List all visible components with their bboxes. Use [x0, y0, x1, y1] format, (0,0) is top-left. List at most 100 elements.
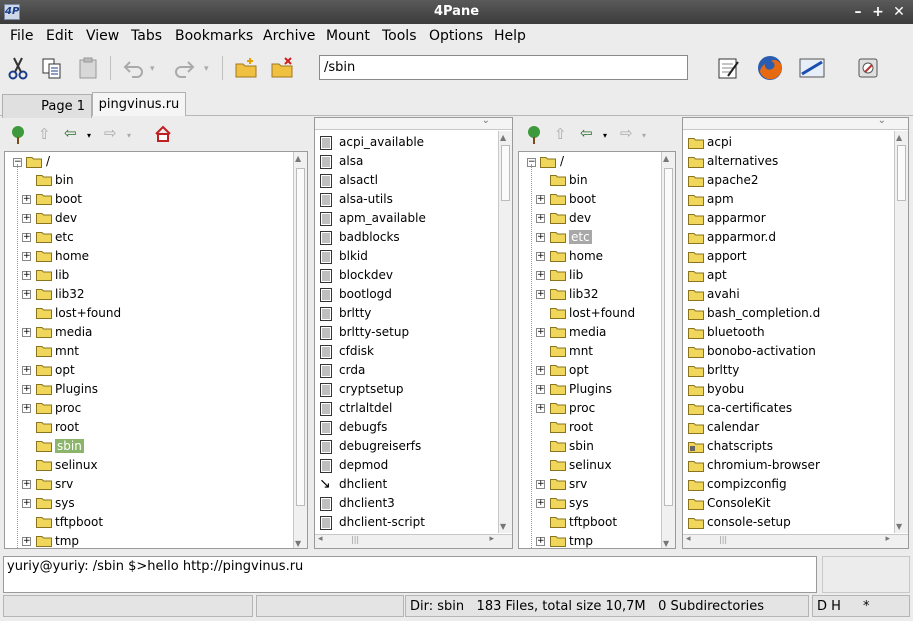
file-item[interactable]: apache2: [707, 171, 759, 190]
tree-expand-icon[interactable]: +: [536, 537, 545, 546]
tree-item[interactable]: root: [55, 418, 79, 437]
tree-item[interactable]: etc: [569, 228, 592, 247]
tree-expand-icon[interactable]: +: [536, 328, 545, 337]
scroll-up-icon[interactable]: ▲: [295, 154, 301, 163]
back-dropdown-icon[interactable]: ▾: [87, 131, 91, 140]
file-item[interactable]: ctrlaltdel: [339, 399, 392, 418]
terminal-app-icon[interactable]: [798, 56, 826, 80]
scroll-thumb[interactable]: [296, 168, 305, 506]
tree-item[interactable]: home: [569, 247, 603, 266]
tree-root[interactable]: /: [560, 152, 564, 171]
tree-item[interactable]: proc: [569, 399, 595, 418]
file-item[interactable]: apm_available: [339, 209, 426, 228]
tree-item[interactable]: boot: [569, 190, 596, 209]
menu-bookmarks[interactable]: Bookmarks: [175, 28, 253, 44]
tree-expand-icon[interactable]: +: [22, 480, 31, 489]
file-item[interactable]: bluetooth: [707, 323, 765, 342]
file-item[interactable]: debugreiserfs: [339, 437, 421, 456]
tree-expand-icon[interactable]: +: [22, 290, 31, 299]
tree-item[interactable]: tmp: [55, 532, 79, 548]
tree-view-icon[interactable]: [524, 125, 544, 145]
delete-folder-icon[interactable]: [270, 56, 294, 80]
vertical-scrollbar[interactable]: ▲ ▼: [661, 152, 675, 548]
horizontal-scrollbar[interactable]: ◂ ||| ▸: [683, 534, 908, 548]
tree-item[interactable]: media: [55, 323, 92, 342]
sort-chevron-icon[interactable]: ⌄: [482, 118, 490, 126]
tree-expand-icon[interactable]: +: [536, 195, 545, 204]
menu-mount[interactable]: Mount: [326, 28, 370, 44]
tree-root[interactable]: /: [46, 152, 50, 171]
tree-item[interactable]: lost+found: [55, 304, 121, 323]
file-item[interactable]: alsa: [339, 152, 363, 171]
tree-item[interactable]: sys: [569, 494, 589, 513]
tree-expand-icon[interactable]: +: [536, 233, 545, 242]
undo-icon[interactable]: [122, 56, 146, 80]
file-item[interactable]: brltty: [339, 304, 371, 323]
scroll-down-icon[interactable]: ▼: [500, 522, 506, 531]
tree-expand-icon[interactable]: +: [536, 290, 545, 299]
menu-archive[interactable]: Archive: [263, 28, 315, 44]
tree-item[interactable]: sbin: [55, 437, 84, 456]
tree-item[interactable]: lib: [55, 266, 69, 285]
file-item[interactable]: compizconfig: [707, 475, 787, 494]
tree-item[interactable]: bin: [55, 171, 74, 190]
cut-icon[interactable]: [6, 56, 30, 80]
back-icon[interactable]: ⇦: [64, 124, 77, 142]
file-item[interactable]: alsactl: [339, 171, 378, 190]
copy-icon[interactable]: [40, 56, 64, 80]
tree-expand-icon[interactable]: +: [22, 385, 31, 394]
scroll-grip-icon[interactable]: |||: [719, 535, 727, 544]
file-item[interactable]: avahi: [707, 285, 740, 304]
file-item[interactable]: apparmor: [707, 209, 766, 228]
tree-item[interactable]: mnt: [55, 342, 79, 361]
tree-expand-icon[interactable]: +: [536, 385, 545, 394]
file-item[interactable]: alternatives: [707, 152, 778, 171]
tree-item[interactable]: opt: [569, 361, 589, 380]
scroll-right-icon[interactable]: ▸: [489, 534, 494, 544]
scroll-left-icon[interactable]: ◂: [686, 534, 691, 544]
tree-expand-icon[interactable]: +: [22, 214, 31, 223]
column-header[interactable]: ⌄: [683, 118, 908, 130]
redo-dropdown-icon[interactable]: ▾: [204, 64, 209, 74]
tree-item[interactable]: dev: [569, 209, 591, 228]
tree-item[interactable]: tmp: [569, 532, 593, 548]
tree-item[interactable]: srv: [569, 475, 587, 494]
home-icon[interactable]: [154, 125, 172, 143]
menu-edit[interactable]: Edit: [46, 28, 73, 44]
tree-expand-icon[interactable]: +: [22, 499, 31, 508]
file-item[interactable]: byobu: [707, 380, 744, 399]
close-icon[interactable]: ✕: [890, 3, 908, 21]
file-item[interactable]: blkid: [339, 247, 368, 266]
file-item[interactable]: cryptsetup: [339, 380, 404, 399]
tab-page-1[interactable]: Page 1: [2, 94, 92, 118]
tree-item[interactable]: media: [569, 323, 606, 342]
undo-dropdown-icon[interactable]: ▾: [150, 64, 155, 74]
scroll-up-icon[interactable]: ▲: [896, 133, 902, 142]
file-item[interactable]: apport: [707, 247, 747, 266]
tree-item[interactable]: home: [55, 247, 89, 266]
paste-icon[interactable]: [76, 56, 100, 80]
terminal-emulator[interactable]: yuriy@yuriy: /sbin $>hello http://pingvi…: [3, 556, 817, 593]
file-item[interactable]: calendar: [707, 418, 759, 437]
tree-item[interactable]: selinux: [55, 456, 98, 475]
back-icon[interactable]: ⇦: [580, 124, 593, 142]
left-file-list[interactable]: ⌄ acpi_available alsa alsactl alsa-utils apm_…: [314, 117, 513, 549]
forward-dropdown-icon[interactable]: ▾: [127, 131, 131, 140]
file-item[interactable]: alsa-utils: [339, 190, 393, 209]
scroll-thumb[interactable]: [501, 145, 510, 201]
new-folder-icon[interactable]: [234, 56, 258, 80]
file-item[interactable]: apt: [707, 266, 727, 285]
scroll-thumb[interactable]: [897, 145, 906, 201]
scroll-down-icon[interactable]: ▼: [663, 539, 669, 548]
tree-expand-icon[interactable]: +: [536, 404, 545, 413]
redo-icon[interactable]: [172, 56, 196, 80]
sort-chevron-icon[interactable]: ⌄: [878, 118, 886, 126]
scroll-up-icon[interactable]: ▲: [663, 154, 669, 163]
vertical-scrollbar[interactable]: ▲ ▼: [293, 152, 307, 548]
tree-item[interactable]: sbin: [569, 437, 594, 456]
tree-expand-icon[interactable]: +: [22, 271, 31, 280]
tree-item[interactable]: lost+found: [569, 304, 635, 323]
file-item[interactable]: acpi_available: [339, 133, 424, 152]
tree-item[interactable]: lib32: [569, 285, 599, 304]
tree-item[interactable]: proc: [55, 399, 81, 418]
